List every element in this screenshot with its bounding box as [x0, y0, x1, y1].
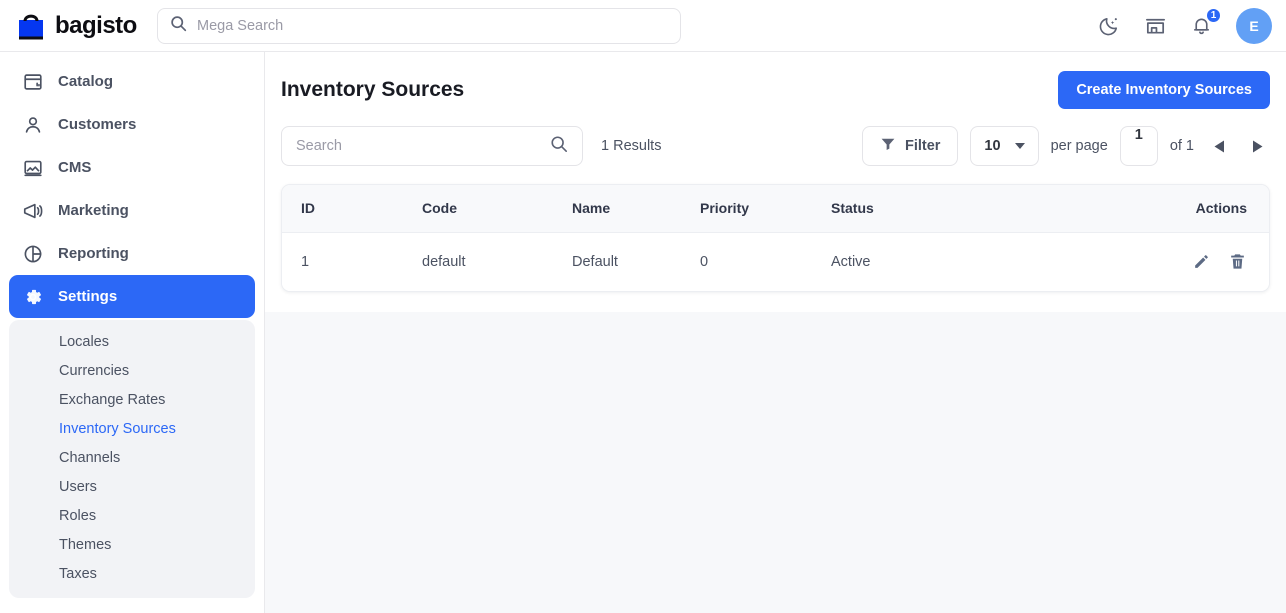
filter-label: Filter — [905, 138, 940, 154]
sidebar-item-catalog[interactable]: Catalog — [9, 60, 255, 103]
sidebar-item-settings[interactable]: Settings — [9, 275, 255, 318]
sidebar-subitem-inventory-sources[interactable]: Inventory Sources — [9, 414, 255, 443]
submenu-label: Roles — [59, 508, 96, 524]
sidebar-item-label: Settings — [58, 288, 117, 305]
column-header-status[interactable]: Status — [831, 185, 1006, 232]
page-number-value: 1 — [1135, 127, 1143, 143]
sidebar-item-label: Catalog — [58, 73, 113, 90]
sidebar-subitem-roles[interactable]: Roles — [9, 501, 255, 530]
notification-badge: 1 — [1205, 7, 1222, 24]
table-row[interactable]: 1 default Default 0 Active — [282, 232, 1269, 291]
page-number-input[interactable]: 1 — [1120, 126, 1158, 166]
submenu-label: Channels — [59, 450, 120, 466]
cell-actions — [1006, 232, 1269, 291]
moon-stars-icon[interactable] — [1098, 14, 1122, 38]
per-page-value: 10 — [984, 138, 1000, 154]
gear-icon — [22, 286, 44, 308]
sidebar-subitem-taxes[interactable]: Taxes — [9, 559, 255, 588]
submenu-label: Inventory Sources — [59, 421, 176, 437]
main-content: Inventory Sources Create Inventory Sourc… — [265, 52, 1286, 613]
trash-icon[interactable] — [1227, 252, 1247, 272]
content-card: Inventory Sources Create Inventory Sourc… — [265, 52, 1286, 312]
submenu-label: Locales — [59, 334, 109, 350]
mega-search-input[interactable]: Mega Search — [157, 8, 681, 44]
catalog-icon — [22, 71, 44, 93]
cell-id: 1 — [282, 232, 422, 291]
per-page-select[interactable]: 10 — [970, 126, 1038, 166]
avatar-initial: E — [1249, 18, 1258, 34]
sidebar: Catalog Customers CMS Marketing — [0, 52, 265, 613]
results-count: 1 Results — [601, 138, 661, 154]
search-placeholder: Search — [296, 138, 342, 154]
previous-page-button[interactable] — [1206, 133, 1232, 159]
cell-priority: 0 — [700, 232, 831, 291]
sidebar-subitem-locales[interactable]: Locales — [9, 327, 255, 356]
pie-chart-icon — [22, 243, 44, 265]
brand-name: bagisto — [55, 14, 137, 38]
create-inventory-sources-button[interactable]: Create Inventory Sources — [1058, 71, 1270, 109]
sidebar-subitem-users[interactable]: Users — [9, 472, 255, 501]
page-title: Inventory Sources — [281, 78, 464, 102]
sidebar-item-marketing[interactable]: Marketing — [9, 189, 255, 232]
sidebar-item-label: Customers — [58, 116, 136, 133]
submenu-label: Themes — [59, 537, 111, 553]
per-page-label: per page — [1051, 138, 1108, 154]
cell-code: default — [422, 232, 572, 291]
datagrid-toolbar: Search 1 Results Filter — [281, 124, 1270, 168]
table-header-row: ID Code Name Priority Status Actions — [282, 185, 1269, 232]
column-header-name[interactable]: Name — [572, 185, 700, 232]
cell-status: Active — [831, 232, 1006, 291]
column-header-code[interactable]: Code — [422, 185, 572, 232]
column-header-actions: Actions — [1006, 185, 1269, 232]
mega-search-placeholder: Mega Search — [197, 18, 283, 34]
sidebar-item-label: CMS — [58, 159, 91, 176]
submenu-label: Taxes — [59, 566, 97, 582]
sidebar-item-label: Reporting — [58, 245, 129, 262]
sidebar-item-cms[interactable]: CMS — [9, 146, 255, 189]
bell-icon[interactable]: 1 — [1190, 14, 1214, 38]
top-header: bagisto Mega Search — [0, 0, 1286, 52]
search-icon — [170, 15, 187, 37]
shopping-bag-icon — [16, 10, 46, 42]
image-icon — [22, 157, 44, 179]
column-header-id[interactable]: ID — [282, 185, 422, 232]
column-header-priority[interactable]: Priority — [700, 185, 831, 232]
submenu-label: Users — [59, 479, 97, 495]
chevron-down-icon — [1015, 143, 1025, 149]
sidebar-subitem-exchange-rates[interactable]: Exchange Rates — [9, 385, 255, 414]
sidebar-subitem-channels[interactable]: Channels — [9, 443, 255, 472]
user-icon — [22, 114, 44, 136]
inventory-sources-table: ID Code Name Priority Status Actions 1 d… — [281, 184, 1270, 292]
sidebar-item-label: Marketing — [58, 202, 129, 219]
sidebar-item-customers[interactable]: Customers — [9, 103, 255, 146]
cell-name: Default — [572, 232, 700, 291]
pencil-icon[interactable] — [1191, 252, 1211, 272]
total-pages-label: of 1 — [1170, 138, 1194, 154]
settings-submenu: Locales Currencies Exchange Rates Invent… — [9, 320, 255, 598]
sidebar-item-reporting[interactable]: Reporting — [9, 232, 255, 275]
sidebar-subitem-themes[interactable]: Themes — [9, 530, 255, 559]
page-header: Inventory Sources Create Inventory Sourc… — [281, 52, 1270, 124]
pagination-controls: Filter 10 per page 1 of 1 — [862, 126, 1270, 166]
next-page-button[interactable] — [1244, 133, 1270, 159]
header-icon-group: 1 E — [1098, 0, 1272, 52]
sidebar-item-configure[interactable]: Configure — [9, 604, 255, 613]
megaphone-icon — [22, 200, 44, 222]
storefront-icon[interactable] — [1144, 14, 1168, 38]
avatar[interactable]: E — [1236, 8, 1272, 44]
submenu-label: Exchange Rates — [59, 392, 165, 408]
search-input[interactable]: Search — [281, 126, 583, 166]
search-icon[interactable] — [550, 135, 568, 158]
sidebar-subitem-currencies[interactable]: Currencies — [9, 356, 255, 385]
submenu-label: Currencies — [59, 363, 129, 379]
filter-button[interactable]: Filter — [862, 126, 958, 166]
brand-logo-link[interactable]: bagisto — [16, 10, 146, 42]
funnel-icon — [880, 136, 896, 156]
